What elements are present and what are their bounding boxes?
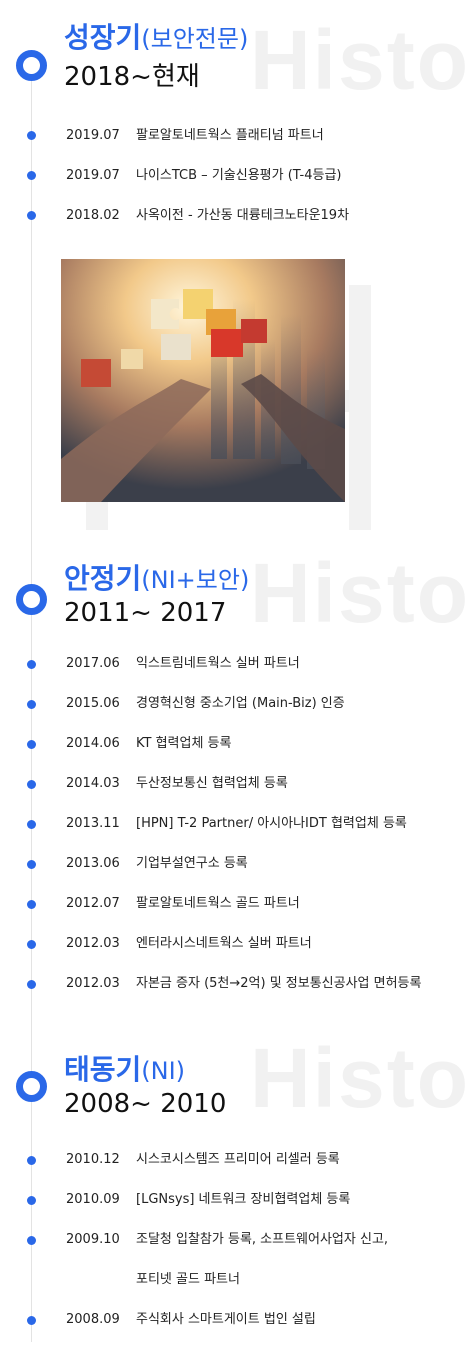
timeline-dot	[27, 940, 36, 949]
item-date: 2019.07	[66, 128, 120, 143]
timeline-dot	[27, 980, 36, 989]
timeline-dot	[27, 1156, 36, 1165]
item-text: 시스코시스템즈 프리미어 리셀러 등록	[136, 1152, 340, 1167]
timeline-ring-marker	[16, 584, 47, 615]
section-years: 2008~ 2010	[64, 1089, 227, 1119]
timeline-dot	[27, 1236, 36, 1245]
item-date: 2017.06	[66, 656, 120, 671]
item-text: 익스트림네트웍스 실버 파트너	[136, 656, 300, 671]
timeline-ring-marker	[16, 50, 47, 81]
timeline-dot	[27, 700, 36, 709]
item-date: 2014.03	[66, 776, 120, 791]
timeline-dot	[27, 171, 36, 180]
timeline-dot	[27, 211, 36, 220]
item-date: 2010.09	[66, 1192, 120, 1207]
timeline-dot	[27, 1316, 36, 1325]
item-text: [HPN] T-2 Partner/ 아시아나IDT 협력업체 등록	[136, 816, 407, 831]
item-date: 2013.06	[66, 856, 120, 871]
item-date: 2015.06	[66, 696, 120, 711]
item-text: 주식회사 스마트게이트 법인 설립	[136, 1312, 316, 1327]
timeline-dot	[27, 780, 36, 789]
item-text: KT 협력업체 등록	[136, 736, 232, 751]
section-title: 성장기(보안전문)	[64, 21, 249, 54]
item-text: 사옥이전 - 가산동 대륭테크노타운19차	[136, 208, 350, 223]
item-text: 조달청 입찰참가 등록, 소프트웨어사업자 신고,	[136, 1232, 389, 1247]
item-date: 2014.06	[66, 736, 120, 751]
section-title: 태동기(NI)	[64, 1053, 186, 1086]
item-date: 2018.02	[66, 208, 120, 223]
item-date: 2009.10	[66, 1232, 120, 1247]
item-text: 두산정보통신 협력업체 등록	[136, 776, 288, 791]
item-date: 2012.03	[66, 936, 120, 951]
item-date: 2012.07	[66, 896, 120, 911]
item-text: 나이스TCB – 기술신용평가 (T-4등급)	[136, 168, 342, 183]
section-title: 안정기(NI+보안)	[64, 562, 250, 595]
section-years: 2011~ 2017	[64, 598, 227, 628]
item-date: 2019.07	[66, 168, 120, 183]
item-date: 2008.09	[66, 1312, 120, 1327]
history-watermark: History	[250, 1031, 470, 1125]
history-watermark: History	[250, 13, 470, 107]
timeline-dot	[27, 820, 36, 829]
item-text: 팔로알토네트웍스 플래티넘 파트너	[136, 128, 324, 143]
timeline-dot	[27, 1196, 36, 1205]
puzzle-teamwork-image	[61, 259, 345, 502]
section-years: 2018~현재	[64, 62, 200, 92]
timeline-ring-marker	[16, 1071, 47, 1102]
item-date: 2012.03	[66, 976, 120, 991]
item-text: 엔터라시스네트웍스 실버 파트너	[136, 936, 312, 951]
item-text: 자본금 증자 (5천→2억) 및 정보통신공사업 면허등록	[136, 976, 422, 991]
timeline-dot	[27, 740, 36, 749]
item-text: 포티넷 골드 파트너	[136, 1272, 240, 1287]
item-text: 경영혁신형 중소기업 (Main-Biz) 인증	[136, 696, 345, 711]
timeline-dot	[27, 900, 36, 909]
history-watermark: History	[250, 546, 470, 640]
timeline-dot	[27, 660, 36, 669]
item-text: 기업부설연구소 등록	[136, 856, 248, 871]
item-text: 팔로알토네트웍스 골드 파트너	[136, 896, 300, 911]
item-date: 2013.11	[66, 816, 120, 831]
timeline-dot	[27, 131, 36, 140]
item-date: 2010.12	[66, 1152, 120, 1167]
timeline-dot	[27, 860, 36, 869]
item-text: [LGNsys] 네트워크 장비협력업체 등록	[136, 1192, 351, 1207]
